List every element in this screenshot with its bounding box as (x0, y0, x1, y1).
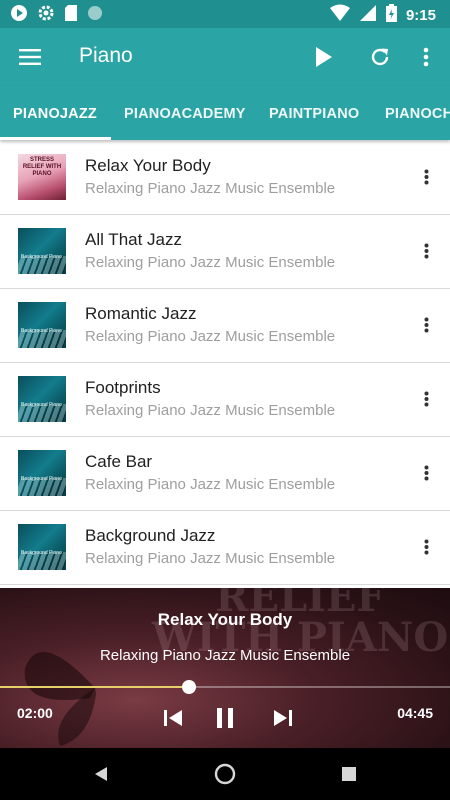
butterfly-art (24, 652, 96, 746)
seek-progress (0, 686, 190, 688)
thumb-text: Background Piano (21, 254, 62, 260)
more-vert-icon[interactable] (412, 41, 440, 73)
menu-icon[interactable] (14, 41, 46, 73)
more-vert-icon[interactable] (416, 535, 436, 559)
more-vert-icon[interactable] (416, 239, 436, 263)
app-title: Piano (79, 44, 133, 67)
list-item[interactable]: Background Piano Romantic Jazz Relaxing … (0, 289, 450, 363)
more-vert-icon[interactable] (416, 387, 436, 411)
album-art-thumbnail: Background Piano (18, 228, 66, 274)
more-vert-icon[interactable] (416, 461, 436, 485)
wifi-icon (329, 4, 350, 27)
track-list: STRESS RELIEF WITH PIANO Relax Your Body… (0, 141, 450, 585)
tab-bar: PIANOJAZZ PIANOACADEMY PAINTPIANO PIANOC… (0, 86, 450, 140)
thumb-text: Background Piano (21, 402, 62, 408)
circle-icon (87, 5, 103, 26)
battery-icon (385, 4, 397, 27)
skip-next-icon[interactable] (270, 705, 296, 731)
current-time: 02:00 (17, 705, 53, 721)
recents-icon[interactable] (336, 761, 362, 787)
album-art-thumbnail: Background Piano (18, 302, 66, 348)
list-item[interactable]: Background Piano All That Jazz Relaxing … (0, 215, 450, 289)
album-art-thumbnail: STRESS RELIEF WITH PIANO (18, 154, 66, 200)
seek-bar[interactable] (0, 680, 450, 694)
more-vert-icon[interactable] (416, 313, 436, 337)
track-title: Background Jazz (85, 526, 216, 545)
total-time: 04:45 (397, 705, 433, 721)
track-title: Cafe Bar (85, 452, 153, 471)
status-bar: 9:15 (0, 0, 450, 28)
tab-paintpiano[interactable]: PAINTPIANO (269, 86, 359, 140)
album-art-thumbnail: Background Piano (18, 524, 66, 570)
list-item[interactable]: Background Piano Background Jazz Relaxin… (0, 511, 450, 585)
track-title: All That Jazz (85, 230, 183, 249)
tab-pianojazz[interactable]: PIANOJAZZ (13, 86, 97, 140)
list-item[interactable]: STRESS RELIEF WITH PIANO Relax Your Body… (0, 141, 450, 215)
track-title: Relax Your Body (85, 156, 211, 175)
home-icon[interactable] (212, 761, 238, 787)
status-right-icons: 9:15 (329, 4, 436, 27)
tab-pianoacademy[interactable]: PIANOACADEMY (124, 86, 246, 140)
track-artist: Relaxing Piano Jazz Music Ensemble (85, 550, 336, 567)
gear-icon (37, 4, 55, 27)
now-playing-title: Relax Your Body (157, 610, 293, 629)
more-vert-icon[interactable] (416, 165, 436, 189)
thumb-text: Background Piano (21, 476, 62, 482)
now-playing-panel: RELIEF WITH PIANO Relax Your Body Relaxi… (0, 588, 450, 748)
album-art-thumbnail: Background Piano (18, 450, 66, 496)
app-bar: Piano (0, 28, 450, 86)
status-time: 9:15 (405, 6, 436, 24)
track-artist: Relaxing Piano Jazz Music Ensemble (85, 254, 336, 271)
now-playing-artist: Relaxing Piano Jazz Music Ensemble (99, 647, 351, 664)
play-circle-icon (10, 4, 28, 27)
track-artist: Relaxing Piano Jazz Music Ensemble (85, 180, 336, 197)
system-nav-bar (0, 748, 450, 800)
tab-pianoch[interactable]: PIANOCH (385, 86, 450, 140)
album-art-thumbnail: Background Piano (18, 376, 66, 422)
thumb-text: Background Piano (21, 328, 62, 334)
thumb-text: STRESS RELIEF WITH PIANO (22, 157, 62, 177)
track-title: Footprints (85, 378, 161, 397)
signal-icon (359, 4, 377, 27)
track-artist: Relaxing Piano Jazz Music Ensemble (85, 328, 336, 345)
tab-indicator (0, 137, 111, 140)
status-left-icons (10, 4, 103, 27)
sd-card-icon (64, 4, 78, 27)
refresh-icon[interactable] (364, 41, 396, 73)
track-title: Romantic Jazz (85, 304, 197, 323)
list-item[interactable]: Background Piano Footprints Relaxing Pia… (0, 363, 450, 437)
seek-thumb[interactable] (182, 680, 197, 694)
thumb-text: Background Piano (21, 550, 62, 556)
back-icon[interactable] (88, 761, 114, 787)
list-item[interactable]: Background Piano Cafe Bar Relaxing Piano… (0, 437, 450, 511)
track-artist: Relaxing Piano Jazz Music Ensemble (85, 402, 336, 419)
skip-previous-icon[interactable] (160, 705, 186, 731)
play-icon[interactable] (308, 41, 340, 73)
track-artist: Relaxing Piano Jazz Music Ensemble (85, 476, 336, 493)
pause-icon[interactable] (211, 705, 239, 731)
